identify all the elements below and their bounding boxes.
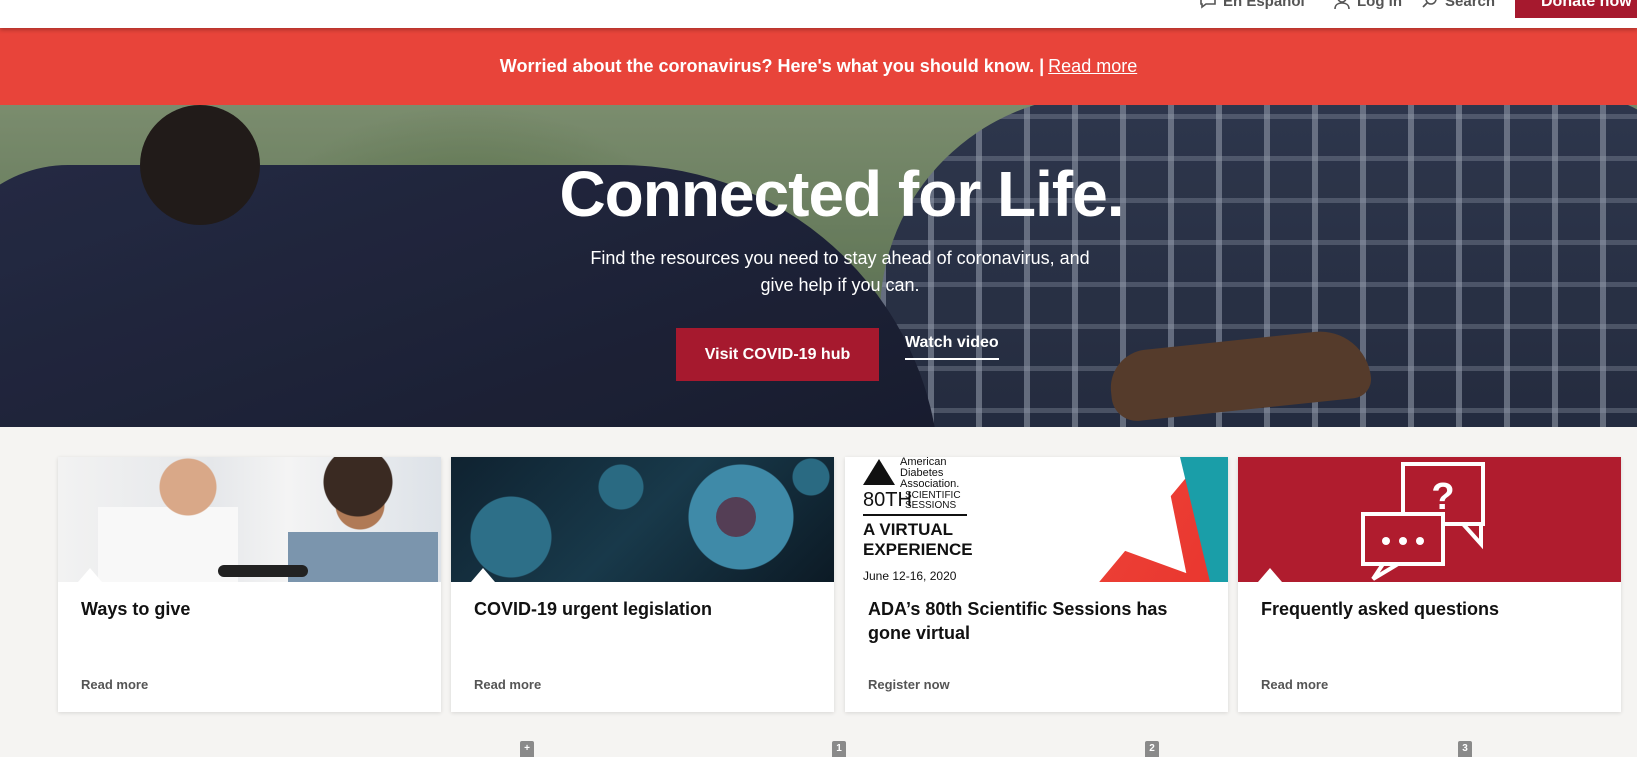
svg-text:?: ? bbox=[1431, 476, 1454, 518]
card-photo-adult bbox=[98, 457, 238, 582]
hero-subtitle: Find the resources you need to stay ahea… bbox=[590, 248, 1090, 295]
utility-bar: En Español Log in Search Donate now bbox=[0, 0, 1637, 28]
section-marker: + bbox=[520, 741, 534, 757]
virtual-experience-text: A VIRTUAL EXPERIENCE bbox=[863, 520, 973, 559]
card-title: ADA’s 80th Scientific Sessions has gone … bbox=[868, 599, 1168, 643]
search-link[interactable]: Search bbox=[1421, 0, 1495, 10]
speech-bubble-icon bbox=[1200, 0, 1216, 9]
feature-cards: Ways to give Read more COVID-19 urgent l… bbox=[58, 457, 1621, 712]
search-icon bbox=[1422, 0, 1437, 8]
card-faq[interactable]: ? Frequently asked questions Read more bbox=[1238, 457, 1621, 712]
card-read-more-link[interactable]: Read more bbox=[474, 677, 541, 692]
card-photo-child bbox=[288, 457, 438, 582]
card-ways-to-give[interactable]: Ways to give Read more bbox=[58, 457, 441, 712]
card-image-ways-to-give bbox=[58, 457, 441, 582]
alert-message: Worried about the coronavirus? Here's wh… bbox=[499, 56, 1045, 76]
search-link-label: Search bbox=[1445, 0, 1496, 10]
card-notch bbox=[471, 568, 495, 582]
question-chat-icon: ? bbox=[1361, 462, 1485, 581]
section-marker: 1 bbox=[832, 741, 846, 757]
coronavirus-alert-banner: Worried about the coronavirus? Here's wh… bbox=[0, 28, 1637, 105]
card-notch bbox=[1258, 568, 1282, 582]
card-read-more-link[interactable]: Read more bbox=[81, 677, 148, 692]
sessions-label: SCIENTIFIC SESSIONS bbox=[905, 490, 961, 511]
donate-button[interactable]: Donate now bbox=[1515, 0, 1637, 18]
language-link-label: En Español bbox=[1223, 0, 1305, 10]
login-link-label: Log in bbox=[1357, 0, 1402, 10]
section-marker: 2 bbox=[1145, 741, 1159, 757]
card-photo-glucose-meter bbox=[218, 565, 308, 577]
card-scientific-sessions[interactable]: American Diabetes Association. 80TH SCIE… bbox=[845, 457, 1228, 712]
card-title: Ways to give bbox=[81, 599, 191, 619]
card-covid-legislation[interactable]: COVID-19 urgent legislation Read more bbox=[451, 457, 834, 712]
visit-covid-hub-button[interactable]: Visit COVID-19 hub bbox=[676, 328, 879, 381]
card-register-now-link[interactable]: Register now bbox=[868, 677, 950, 692]
section-marker: 3 bbox=[1458, 741, 1472, 757]
ada-logo-icon bbox=[863, 459, 895, 485]
card-title: Frequently asked questions bbox=[1261, 599, 1500, 619]
user-icon bbox=[1334, 0, 1350, 10]
divider bbox=[863, 514, 967, 516]
ada-logo-text: American Diabetes Association. bbox=[900, 457, 960, 490]
card-image-virus bbox=[451, 457, 834, 582]
hero-title: Connected for Life. bbox=[559, 158, 1124, 230]
card-title: COVID-19 urgent legislation bbox=[474, 599, 713, 619]
card-read-more-link[interactable]: Read more bbox=[1261, 677, 1328, 692]
virus-core bbox=[716, 497, 756, 537]
card-notch bbox=[78, 568, 102, 582]
alert-read-more-link[interactable]: Read more bbox=[1048, 56, 1137, 77]
login-link[interactable]: Log in bbox=[1333, 0, 1402, 10]
card-image-ada-sessions: American Diabetes Association. 80TH SCIE… bbox=[845, 457, 1228, 582]
sessions-dates: June 12-16, 2020 bbox=[863, 569, 957, 582]
watch-video-link[interactable]: Watch video bbox=[905, 330, 999, 360]
language-link[interactable]: En Español bbox=[1199, 0, 1305, 10]
hero-banner: Connected for Life. Find the resources y… bbox=[0, 105, 1637, 427]
card-image-faq: ? bbox=[1238, 457, 1621, 582]
